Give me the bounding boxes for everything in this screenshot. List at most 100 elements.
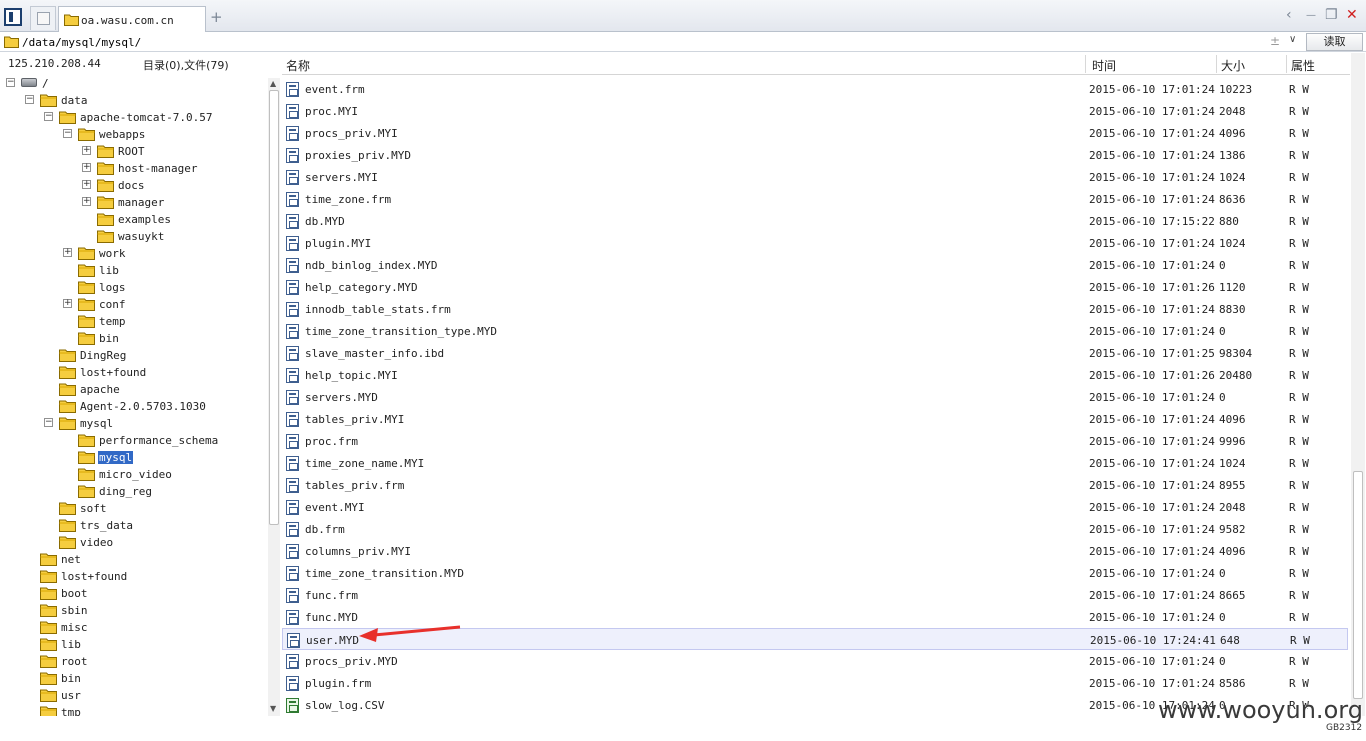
column-size[interactable]: 大小	[1221, 57, 1245, 74]
file-row[interactable]: proxies_priv.MYD 2015-06-10 17:01:24 1386 R…	[282, 144, 1348, 166]
scroll-up-icon[interactable]: ▲	[270, 79, 276, 88]
file-row[interactable]: proc.MYI 2015-06-10 17:01:24 2048 R W	[282, 100, 1348, 122]
file-row[interactable]: servers.MYI 2015-06-10 17:01:24 1024 R W	[282, 166, 1348, 188]
file-row[interactable]: func.frm 2015-06-10 17:01:24 8665 R W	[282, 584, 1348, 606]
file-row[interactable]: tables_priv.MYI 2015-06-10 17:01:24 4096 R …	[282, 408, 1348, 430]
expand-icon[interactable]: ±	[1270, 34, 1280, 48]
file-row[interactable]: help_topic.MYI 2015-06-10 17:01:26 20480 R …	[282, 364, 1348, 386]
tree-node[interactable]: + host-manager	[0, 160, 266, 177]
collapse-icon[interactable]: −	[6, 78, 15, 87]
file-row[interactable]: tables_priv.frm 2015-06-10 17:01:24 8955 R …	[282, 474, 1348, 496]
tab-active[interactable]: oa.wasu.com.cn	[58, 6, 206, 33]
tree-node[interactable]: lib	[0, 636, 266, 653]
column-divider[interactable]	[1216, 55, 1217, 73]
column-divider[interactable]	[1085, 55, 1086, 73]
expand-icon[interactable]: +	[82, 197, 91, 206]
column-divider[interactable]	[1286, 55, 1287, 73]
tab-blank[interactable]	[30, 6, 56, 30]
tree-node[interactable]: − apache-tomcat-7.0.57	[0, 109, 266, 126]
close-icon[interactable]: ✕	[1346, 7, 1358, 23]
tree-node[interactable]: logs	[0, 279, 266, 296]
tree-node[interactable]: Agent-2.0.5703.1030	[0, 398, 266, 415]
tree-node[interactable]: mysql	[0, 449, 266, 466]
sidebar-toggle-icon[interactable]	[4, 8, 22, 26]
column-attr[interactable]: 属性	[1291, 57, 1315, 74]
expand-icon[interactable]: +	[82, 163, 91, 172]
tree-node[interactable]: − mysql	[0, 415, 266, 432]
tree-node[interactable]: DingReg	[0, 347, 266, 364]
collapse-icon[interactable]: −	[44, 418, 53, 427]
file-row[interactable]: event.MYI 2015-06-10 17:01:24 2048 R W	[282, 496, 1348, 518]
tree-node[interactable]: lost+found	[0, 364, 266, 381]
file-row[interactable]: help_category.MYD 2015-06-10 17:01:26 1120…	[282, 276, 1348, 298]
tree-node[interactable]: + conf	[0, 296, 266, 313]
tree-node[interactable]: ding_reg	[0, 483, 266, 500]
tree-node[interactable]: soft	[0, 500, 266, 517]
expand-icon[interactable]: +	[63, 299, 72, 308]
file-row[interactable]: procs_priv.MYI 2015-06-10 17:01:24 4096 R W	[282, 122, 1348, 144]
tree-node[interactable]: trs_data	[0, 517, 266, 534]
tree-node[interactable]: misc	[0, 619, 266, 636]
file-row[interactable]: db.MYD 2015-06-10 17:15:22 880 R W	[282, 210, 1348, 232]
scrollbar-thumb[interactable]	[1353, 471, 1363, 699]
tree-node[interactable]: lost+found	[0, 568, 266, 585]
file-row[interactable]: event.frm 2015-06-10 17:01:24 10223 R W	[282, 78, 1348, 100]
file-row[interactable]: procs_priv.MYD 2015-06-10 17:01:24 0 R W	[282, 650, 1348, 672]
file-row[interactable]: time_zone_transition_type.MYD 2015-06-10 …	[282, 320, 1348, 342]
tree-node[interactable]: − /	[0, 75, 266, 92]
tree-node[interactable]: + docs	[0, 177, 266, 194]
tree-node[interactable]: video	[0, 534, 266, 551]
collapse-icon[interactable]: −	[63, 129, 72, 138]
expand-icon[interactable]: +	[82, 180, 91, 189]
scrollbar-thumb[interactable]	[269, 90, 279, 525]
file-row[interactable]: servers.MYD 2015-06-10 17:01:24 0 R W	[282, 386, 1348, 408]
column-time[interactable]: 时间	[1092, 57, 1116, 74]
expand-icon[interactable]: +	[82, 146, 91, 155]
column-name[interactable]: 名称	[286, 57, 310, 74]
read-button[interactable]: 读取	[1306, 33, 1363, 51]
tree-node[interactable]: − webapps	[0, 126, 266, 143]
file-row[interactable]: innodb_table_stats.frm 2015-06-10 17:01:2…	[282, 298, 1348, 320]
collapse-icon[interactable]: −	[25, 95, 34, 104]
minimize-icon[interactable]: —	[1306, 10, 1316, 21]
file-row[interactable]: time_zone.frm 2015-06-10 17:01:24 8636 R W	[282, 188, 1348, 210]
scroll-down-icon[interactable]: ▼	[270, 704, 276, 713]
tree-node[interactable]: examples	[0, 211, 266, 228]
tree-node[interactable]: wasuykt	[0, 228, 266, 245]
tree-node[interactable]: bin	[0, 670, 266, 687]
tree-node[interactable]: + work	[0, 245, 266, 262]
tree-node[interactable]: apache	[0, 381, 266, 398]
file-row[interactable]: columns_priv.MYI 2015-06-10 17:01:24 4096 R…	[282, 540, 1348, 562]
new-tab-button[interactable]: +	[210, 8, 223, 26]
chevron-down-icon[interactable]: ∨	[1289, 34, 1296, 45]
back-icon[interactable]: ‹	[1286, 7, 1292, 23]
file-row[interactable]: proc.frm 2015-06-10 17:01:24 9996 R W	[282, 430, 1348, 452]
tree-node[interactable]: + manager	[0, 194, 266, 211]
tree-node[interactable]: bin	[0, 330, 266, 347]
file-row[interactable]: slave_master_info.ibd 2015-06-10 17:01:25…	[282, 342, 1348, 364]
tree-node[interactable]: lib	[0, 262, 266, 279]
tree-node[interactable]: sbin	[0, 602, 266, 619]
tree-node[interactable]: + ROOT	[0, 143, 266, 160]
restore-icon[interactable]: ❐	[1325, 7, 1338, 23]
file-list-scrollbar[interactable]	[1351, 53, 1365, 716]
tree-node[interactable]: tmp	[0, 704, 266, 716]
file-row[interactable]: ndb_binlog_index.MYD 2015-06-10 17:01:24 0…	[282, 254, 1348, 276]
file-row[interactable]: plugin.MYI 2015-06-10 17:01:24 1024 R W	[282, 232, 1348, 254]
tree-scrollbar[interactable]: ▲ ▼	[268, 78, 280, 716]
file-row[interactable]: plugin.frm 2015-06-10 17:01:24 8586 R W	[282, 672, 1348, 694]
file-row[interactable]: db.frm 2015-06-10 17:01:24 9582 R W	[282, 518, 1348, 540]
tree-node[interactable]: net	[0, 551, 266, 568]
tree-node[interactable]: micro_video	[0, 466, 266, 483]
tree-node[interactable]: temp	[0, 313, 266, 330]
tree-node[interactable]: usr	[0, 687, 266, 704]
tree-node[interactable]: root	[0, 653, 266, 670]
tree-node[interactable]: boot	[0, 585, 266, 602]
path-input[interactable]	[22, 34, 1302, 50]
file-row[interactable]: time_zone_transition.MYD 2015-06-10 17:01…	[282, 562, 1348, 584]
tree-node[interactable]: performance_schema	[0, 432, 266, 449]
expand-icon[interactable]: +	[63, 248, 72, 257]
tree-node[interactable]: − data	[0, 92, 266, 109]
file-row[interactable]: time_zone_name.MYI 2015-06-10 17:01:24 102…	[282, 452, 1348, 474]
collapse-icon[interactable]: −	[44, 112, 53, 121]
